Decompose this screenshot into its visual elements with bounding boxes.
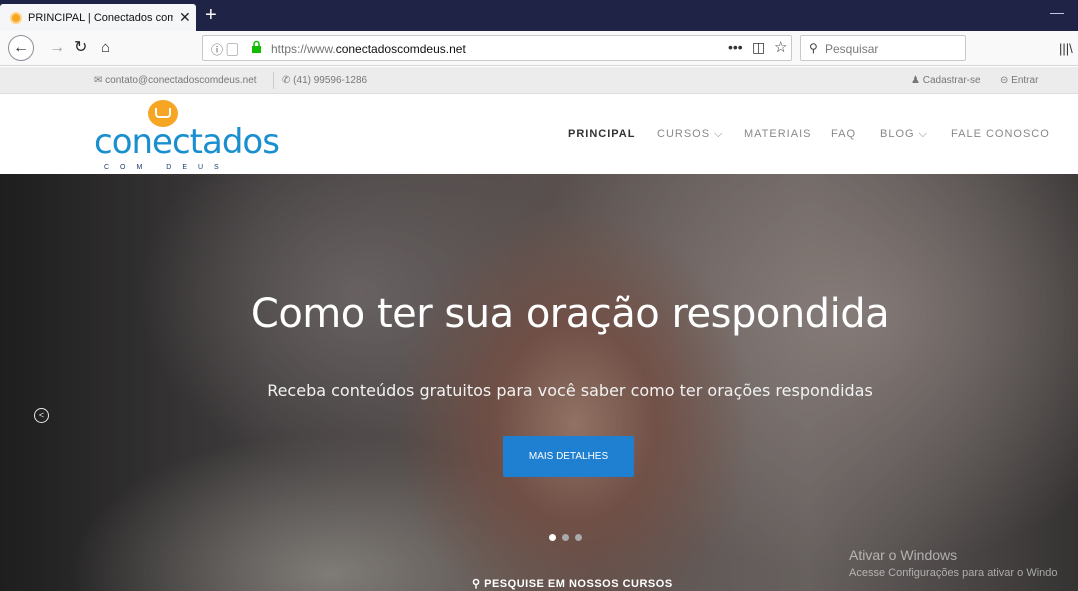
url-bar[interactable]: ⓘ ▢ https://www.conectadoscomdeus.net ••… xyxy=(202,35,792,61)
menu-item-faq[interactable]: FAQ xyxy=(831,128,856,140)
pocket-icon[interactable]: ◫ xyxy=(752,39,765,56)
site-logo[interactable]: conectados COM DEUS xyxy=(92,100,280,171)
menu-item-blog[interactable]: BLOG ⌵ xyxy=(880,128,928,141)
slider-prev-icon[interactable]: < xyxy=(34,408,49,423)
logo-tagline: COM DEUS xyxy=(104,164,230,171)
slider-dot[interactable] xyxy=(562,534,569,541)
windows-watermark-text: Acesse Configurações para ativar o Windo xyxy=(849,567,1058,579)
more-details-button[interactable]: MAIS DETALHES xyxy=(503,436,634,477)
hero-subtitle: Receba conteúdos gratuitos para você sab… xyxy=(267,381,873,400)
slider-dot[interactable] xyxy=(549,534,556,541)
hero-title: Como ter sua oração respondida xyxy=(250,291,890,337)
site-topbar: ✉ contato@conectadoscomdeus.net ✆ (41) 9… xyxy=(0,67,1078,94)
library-icon[interactable]: |||\ xyxy=(1059,41,1073,56)
browser-search-input[interactable]: ⚲ Pesquisar xyxy=(800,35,966,61)
url-text: https://www.conectadoscomdeus.net xyxy=(271,42,466,56)
hero-slider: Como ter sua oração respondida Receba co… xyxy=(0,174,1078,591)
divider xyxy=(273,72,274,89)
forward-button[interactable]: → xyxy=(49,38,65,58)
slider-dot[interactable] xyxy=(575,534,582,541)
page-actions-icon[interactable]: ••• xyxy=(728,39,743,55)
search-placeholder: Pesquisar xyxy=(825,42,879,56)
signup-link[interactable]: ♟ Cadastrar-se xyxy=(911,75,981,86)
menu-item-fale-conosco[interactable]: FALE CONOSCO xyxy=(951,128,1050,140)
site-header: conectados COM DEUS PRINCIPAL CURSOS ⌵ M… xyxy=(0,94,1078,174)
browser-tab-bar: PRINCIPAL | Conectados com D ✕ + — xyxy=(0,0,1078,31)
tab-title: PRINCIPAL | Conectados com D xyxy=(28,11,173,24)
bookmark-star-icon[interactable]: ☆ xyxy=(774,38,787,56)
contact-email[interactable]: ✉ contato@conectadoscomdeus.net xyxy=(94,75,257,86)
search-icon: ⚲ xyxy=(809,41,818,55)
logo-book-icon xyxy=(155,108,171,118)
new-tab-button[interactable]: + xyxy=(205,3,217,27)
tab-close-icon[interactable]: ✕ xyxy=(179,9,191,26)
favicon-icon xyxy=(10,11,22,24)
browser-navbar: ← → ↻ ⌂ ⓘ ▢ https://www.conectadoscomdeu… xyxy=(0,31,1078,66)
lock-icon xyxy=(252,40,261,53)
login-link[interactable]: ⊝ Entrar xyxy=(1000,75,1038,86)
menu-item-principal[interactable]: PRINCIPAL xyxy=(568,128,635,140)
back-button[interactable]: ← xyxy=(8,35,34,61)
windows-watermark-title: Ativar o Windows xyxy=(849,547,958,563)
minimize-icon[interactable]: — xyxy=(1050,4,1064,20)
browser-tab[interactable]: PRINCIPAL | Conectados com D ✕ xyxy=(0,4,196,31)
reload-button[interactable]: ↻ xyxy=(74,38,87,58)
logo-wordmark: conectados xyxy=(94,122,280,162)
menu-item-materiais[interactable]: MATERIAIS xyxy=(744,128,811,140)
menu-item-cursos[interactable]: CURSOS ⌵ xyxy=(657,128,723,141)
contact-phone: ✆ (41) 99596-1286 xyxy=(282,75,368,86)
site-info-icon[interactable]: ⓘ ▢ xyxy=(211,41,238,58)
home-button[interactable]: ⌂ xyxy=(101,38,110,58)
course-search-strip[interactable]: ⚲ PESQUISE EM NOSSOS CURSOS xyxy=(472,577,673,590)
